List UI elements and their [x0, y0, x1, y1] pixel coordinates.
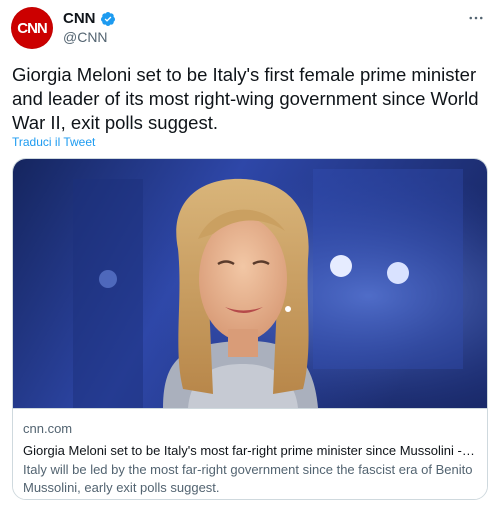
author-handle[interactable]: @CNN: [63, 29, 108, 45]
translate-tweet-link[interactable]: Traduci il Tweet: [12, 135, 95, 149]
card-domain: cnn.com: [23, 421, 73, 436]
author-name[interactable]: CNN: [63, 10, 96, 27]
card-meta[interactable]: cnn.com Giorgia Meloni set to be Italy's…: [13, 408, 487, 499]
card-title[interactable]: Giorgia Meloni set to be Italy's most fa…: [23, 442, 477, 460]
card-photo[interactable]: [13, 159, 487, 408]
avatar-logo-text: CNN: [17, 19, 47, 37]
tweet: CNN CNN @CNN Giorgia Meloni set to be It…: [0, 0, 500, 508]
more-horizontal-icon[interactable]: [466, 8, 486, 28]
tweet-text: Giorgia Meloni set to be Italy's first f…: [12, 64, 479, 133]
card-description: Italy will be led by the most far-right …: [23, 462, 473, 495]
avatar[interactable]: CNN: [11, 7, 53, 49]
link-preview-card[interactable]: cnn.com Giorgia Meloni set to be Italy's…: [12, 158, 488, 500]
verified-badge-icon: [100, 11, 116, 27]
author-name-row[interactable]: CNN: [63, 10, 116, 27]
